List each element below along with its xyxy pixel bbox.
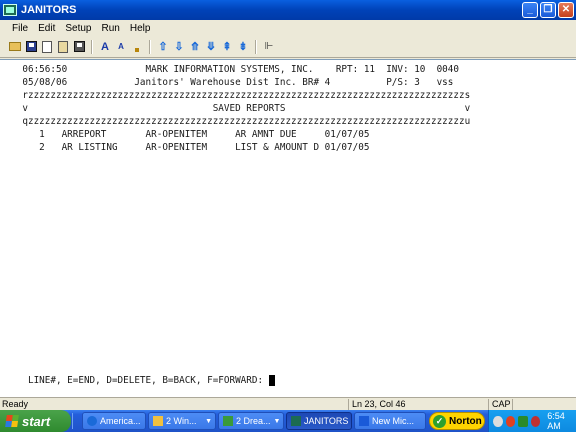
prompt-text: LINE#, E=END, D=DELETE, B=BACK, F=FORWAR… (0, 375, 269, 386)
send-icon[interactable]: ⊩ (262, 40, 276, 54)
copy-icon[interactable] (40, 40, 54, 54)
paste-icon[interactable] (56, 40, 70, 54)
status-divider (348, 399, 349, 410)
saved-reports-title: v SAVED REPORTS v (0, 103, 471, 114)
title-bar[interactable]: JANITORS _ ❐ ✕ (0, 0, 576, 20)
minimize-button[interactable]: _ (522, 2, 538, 18)
small-square-icon[interactable] (130, 40, 144, 54)
chevron-down-icon: ▼ (205, 417, 212, 425)
arrow-down-icon[interactable]: ⇩ (172, 40, 186, 54)
status-divider (488, 399, 489, 410)
font-smaller-icon[interactable]: A (114, 40, 128, 54)
taskbar-button-label: 2 Win... (166, 416, 197, 426)
toolbar-separator (149, 39, 151, 54)
terminal-screen[interactable]: 06:56:50 MARK INFORMATION SYSTEMS, INC. … (0, 59, 576, 398)
taskbar-button-label: JANITORS (304, 416, 349, 426)
window-controls: _ ❐ ✕ (522, 2, 574, 18)
menu-help[interactable]: Help (128, 23, 153, 34)
norton-label: Norton (449, 415, 482, 427)
box-bottom-border: qzzzzzzzzzzzzzzzzzzzzzzzzzzzzzzzzzzzzzzz… (0, 116, 471, 127)
taskbar-button-janitors[interactable]: JANITORS (286, 412, 352, 430)
menu-setup[interactable]: Setup (63, 23, 93, 34)
browser-icon[interactable] (505, 415, 516, 427)
taskbar-button-label: New Mic... (372, 416, 415, 426)
taskbar-button-windows[interactable]: 2 Win... ▼ (148, 412, 216, 430)
terminal-edge (572, 60, 576, 398)
print-icon[interactable] (72, 40, 86, 54)
vc-icon[interactable] (518, 415, 528, 427)
arrow-bottom-icon[interactable]: ⇟ (236, 40, 250, 54)
taskbar: start America... 2 Win... ▼ 2 Drea... ▼ … (0, 410, 576, 432)
network-icon[interactable] (493, 415, 503, 427)
start-label: start (22, 413, 51, 429)
text-cursor (268, 375, 275, 386)
aol-icon (87, 416, 97, 426)
chevron-down-icon: ▼ (273, 417, 281, 425)
quick-launch-divider (72, 413, 82, 429)
taskbar-button-dreamweaver[interactable]: 2 Drea... ▼ (218, 412, 284, 430)
toolbar: A A ⇧ ⇩ ⤊ ⤋ ⇞ ⇟ ⊩ (0, 36, 576, 58)
command-prompt[interactable]: LINE#, E=END, D=DELETE, B=BACK, F=FORWAR… (0, 375, 275, 386)
arrow-top-icon[interactable]: ⇞ (220, 40, 234, 54)
save-disk-icon[interactable] (24, 40, 38, 54)
arrow-down-double-icon[interactable]: ⤋ (204, 40, 218, 54)
status-bar: Ready Ln 23, Col 46 CAP (0, 397, 576, 410)
system-tray: 6:54 AM (488, 410, 576, 432)
header-line-2: 05/08/06 Janitors' Warehouse Dist Inc. B… (0, 77, 454, 88)
taskbar-button-america[interactable]: America... (82, 412, 146, 430)
menu-bar: File Edit Setup Run Help (0, 20, 576, 36)
checkmark-icon: ✓ (433, 414, 446, 428)
clock[interactable]: 6:54 AM (547, 411, 576, 431)
header-line-1: 06:56:50 MARK INFORMATION SYSTEMS, INC. … (0, 64, 459, 75)
taskbar-button-label: America... (100, 416, 141, 426)
box-top-border: rzzzzzzzzzzzzzzzzzzzzzzzzzzzzzzzzzzzzzzz… (0, 90, 471, 101)
menu-edit[interactable]: Edit (36, 23, 57, 34)
word-icon (359, 416, 369, 426)
taskbar-button-label: 2 Drea... (236, 416, 271, 426)
window-title: JANITORS (21, 4, 77, 16)
start-button[interactable]: start (0, 410, 71, 432)
font-larger-icon[interactable]: A (98, 40, 112, 54)
arrow-up-icon[interactable]: ⇧ (156, 40, 170, 54)
taskbar-button-new-microsoft[interactable]: New Mic... (354, 412, 426, 430)
folder-icon (153, 416, 163, 426)
app-icon (3, 4, 17, 16)
arrow-up-double-icon[interactable]: ⤊ (188, 40, 202, 54)
windows-logo-icon (5, 415, 19, 427)
toolbar-separator (255, 39, 257, 54)
norton-tray-button[interactable]: ✓ Norton (429, 412, 485, 430)
status-divider (512, 399, 513, 410)
shield-icon[interactable] (530, 415, 541, 427)
caps-indicator: CAP (492, 399, 511, 409)
cursor-position: Ln 23, Col 46 (352, 399, 406, 409)
report-row[interactable]: 2 AR LISTING AR-OPENITEM LIST & AMOUNT D… (0, 142, 369, 153)
terminal-app-icon (291, 416, 301, 426)
close-button[interactable]: ✕ (558, 2, 574, 18)
maximize-button[interactable]: ❐ (540, 2, 556, 18)
status-text: Ready (2, 399, 29, 409)
menu-run[interactable]: Run (100, 23, 122, 34)
open-folder-icon[interactable] (8, 40, 22, 54)
report-row[interactable]: 1 ARREPORT AR-OPENITEM AR AMNT DUE 01/07… (0, 129, 369, 140)
menu-file[interactable]: File (10, 23, 30, 34)
toolbar-separator (91, 39, 93, 54)
dreamweaver-icon (223, 416, 233, 426)
